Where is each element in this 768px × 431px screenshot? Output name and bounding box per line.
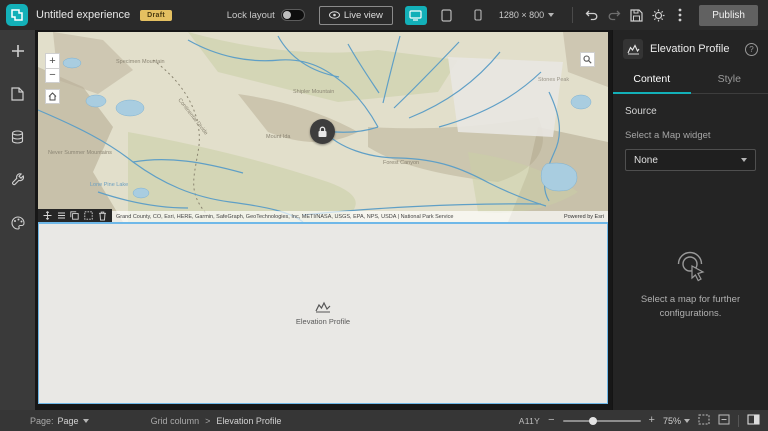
pending-icon[interactable] <box>84 211 93 220</box>
eye-icon <box>329 11 340 19</box>
screen-size-value: 1280 × 800 <box>499 10 544 20</box>
map-label: Specimen Mountain <box>116 59 165 65</box>
redo-button[interactable] <box>603 4 625 26</box>
canvas-zoom-select[interactable]: 75% <box>663 416 690 426</box>
insert-widget-button[interactable] <box>7 40 29 62</box>
drag-handle-icon[interactable] <box>43 211 52 220</box>
a11y-label[interactable]: A11Y <box>519 416 540 426</box>
map-label: Mount Ida <box>266 134 291 140</box>
settings-button[interactable] <box>647 4 669 26</box>
app-header: Untitled experience Draft Lock layout Li… <box>0 0 768 30</box>
phone-icon <box>474 9 482 21</box>
map-label: Lone Pine Lake <box>90 182 128 188</box>
breadcrumb-separator: > <box>205 416 210 426</box>
dropdown-value: None <box>634 155 658 166</box>
chevron-down-icon <box>741 158 747 162</box>
page-surface: Specimen Mountain Shipler Mountain Stone… <box>38 32 608 404</box>
experience-title[interactable]: Untitled experience <box>36 9 130 21</box>
chevron-down-icon <box>548 13 554 17</box>
desktop-icon <box>409 10 422 21</box>
map-home-button[interactable] <box>45 89 60 104</box>
more-options-button[interactable] <box>669 4 691 26</box>
tab-content[interactable]: Content <box>613 66 691 93</box>
map-lock-indicator[interactable] <box>310 119 335 144</box>
phone-view-button[interactable] <box>467 6 489 25</box>
zoom-out-canvas-button[interactable]: − <box>548 415 554 426</box>
panel-tabs: Content Style <box>613 66 768 94</box>
design-canvas: Specimen Mountain Shipler Mountain Stone… <box>35 30 612 410</box>
undo-button[interactable] <box>581 4 603 26</box>
zoom-in-canvas-button[interactable]: + <box>649 415 655 426</box>
breadcrumb: Grid column > Elevation Profile <box>151 416 282 426</box>
map-attribution-bar: Grand County, CO, Esri, HERE, Garmin, Sa… <box>38 211 608 222</box>
screen-size-selector[interactable]: 1280 × 800 <box>499 10 554 20</box>
select-map-widget-label: Select a Map widget <box>625 130 756 141</box>
elevation-profile-icon <box>623 39 643 59</box>
live-view-button[interactable]: Live view <box>319 6 393 25</box>
divider <box>738 415 739 427</box>
select-map-icon <box>673 249 709 285</box>
left-toolbar <box>0 30 35 410</box>
search-icon <box>583 55 592 64</box>
chevron-down-icon <box>684 419 690 423</box>
data-panel-button[interactable] <box>7 126 29 148</box>
map-widget-dropdown[interactable]: None <box>625 149 756 171</box>
map-zoom-out-button[interactable]: − <box>45 68 60 83</box>
canvas-zoom-slider[interactable] <box>563 420 641 422</box>
map-widget[interactable]: Specimen Mountain Shipler Mountain Stone… <box>38 32 608 222</box>
fit-to-window-button[interactable] <box>698 414 710 427</box>
tools-panel-button[interactable] <box>7 169 29 191</box>
status-bar: Page: Page Grid column > Elevation Profi… <box>0 410 768 431</box>
breadcrumb-grid-column[interactable]: Grid column <box>151 416 200 426</box>
empty-state-hint: Select a map for further configurations. <box>632 293 750 321</box>
tablet-view-button[interactable] <box>436 6 458 25</box>
lock-layout-toggle[interactable] <box>281 9 305 21</box>
map-label: Forest Canyon <box>383 160 419 166</box>
map-search-button[interactable] <box>580 52 595 67</box>
breadcrumb-elevation-profile[interactable]: Elevation Profile <box>216 416 281 426</box>
publish-button[interactable]: Publish <box>699 5 758 26</box>
slider-knob[interactable] <box>589 417 597 425</box>
home-icon <box>48 92 57 101</box>
page-panel-button[interactable] <box>7 83 29 105</box>
theme-panel-button[interactable] <box>7 212 29 234</box>
draft-badge: Draft <box>140 10 172 21</box>
page-selector[interactable]: Page <box>58 416 79 426</box>
canvas-zoom-value: 75% <box>663 416 681 426</box>
page-label: Page: <box>30 416 54 426</box>
tab-style[interactable]: Style <box>691 66 768 93</box>
map-label: Never Summer Mountains <box>48 150 112 156</box>
delete-icon[interactable] <box>98 211 107 221</box>
powered-by-esri: Powered by Esri <box>564 214 608 220</box>
map-label: Shipler Mountain <box>293 89 334 95</box>
settings-panel: Elevation Profile ? Content Style Source… <box>612 30 768 410</box>
lock-icon <box>317 126 328 138</box>
duplicate-icon[interactable] <box>70 211 79 220</box>
widget-toolbar <box>38 209 112 222</box>
tablet-icon <box>441 9 452 22</box>
lock-layout-label: Lock layout <box>227 10 275 21</box>
panel-empty-state: Select a map for further configurations. <box>625 249 756 321</box>
experience-builder-logo-icon[interactable] <box>6 4 28 26</box>
save-button[interactable] <box>625 4 647 26</box>
source-label: Source <box>625 106 756 117</box>
map-attribution-text: Grand County, CO, Esri, HERE, Garmin, Sa… <box>116 214 453 220</box>
toggle-panel-button[interactable] <box>747 414 760 427</box>
elevation-profile-icon <box>315 301 331 313</box>
live-view-label: Live view <box>344 10 383 21</box>
select-parent-icon[interactable] <box>57 211 66 220</box>
help-icon[interactable]: ? <box>745 43 758 56</box>
fit-width-button[interactable] <box>718 414 730 427</box>
divider <box>572 7 573 23</box>
chevron-down-icon[interactable] <box>83 419 89 423</box>
elevation-profile-widget[interactable]: Elevation Profile <box>38 222 608 404</box>
map-zoom-in-button[interactable]: + <box>45 53 60 68</box>
desktop-view-button[interactable] <box>405 6 427 25</box>
widget-placeholder-label: Elevation Profile <box>296 317 350 326</box>
map-label: Stones Peak <box>538 77 569 83</box>
panel-title: Elevation Profile <box>650 43 738 55</box>
